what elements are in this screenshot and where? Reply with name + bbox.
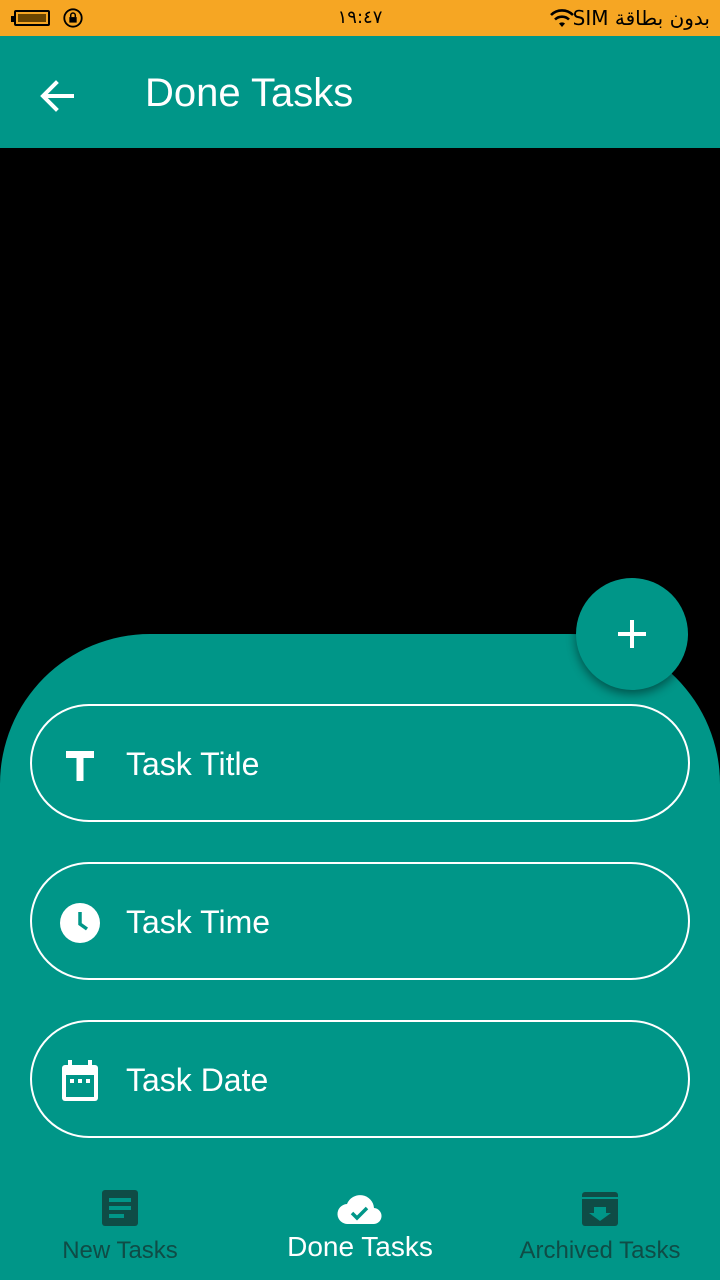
nav-new-tasks[interactable]: New Tasks bbox=[0, 1168, 240, 1280]
status-bar: ١٩:٤٧ بدون بطاقة SIM bbox=[0, 0, 720, 36]
archive-icon bbox=[582, 1192, 618, 1226]
field-label: Task Date bbox=[126, 1062, 269, 1098]
field-label: Task Title bbox=[126, 746, 260, 782]
nav-done-tasks[interactable]: Done Tasks bbox=[240, 1168, 480, 1280]
nav-archived-tasks[interactable]: Archived Tasks bbox=[480, 1168, 720, 1280]
task-date-field[interactable]: Task Date bbox=[30, 1020, 690, 1138]
cloud-done-icon bbox=[337, 1195, 382, 1225]
page-title: Done Tasks bbox=[145, 71, 354, 115]
nav-label: New Tasks bbox=[62, 1237, 178, 1264]
add-icon bbox=[618, 620, 646, 648]
arrow-back-icon bbox=[40, 80, 74, 112]
field-label: Task Time bbox=[126, 904, 271, 940]
list-icon bbox=[102, 1190, 138, 1226]
task-title-field[interactable]: Task Title bbox=[30, 704, 690, 822]
task-time-field[interactable]: Task Time bbox=[30, 862, 690, 980]
title-icon bbox=[66, 751, 94, 781]
bottom-navigation: New Tasks Done Tasks Archived Tasks bbox=[0, 1168, 720, 1280]
add-task-button[interactable] bbox=[576, 578, 688, 690]
back-button[interactable] bbox=[28, 68, 84, 124]
carrier-label: بدون بطاقة SIM bbox=[572, 6, 710, 30]
calendar-icon bbox=[62, 1060, 98, 1101]
nav-label: Done Tasks bbox=[287, 1231, 433, 1262]
clock-icon bbox=[60, 903, 100, 943]
app-bar: Done Tasks bbox=[0, 36, 720, 148]
nav-label: Archived Tasks bbox=[519, 1237, 681, 1264]
bottom-sheet: Task Title Task Time Task Date bbox=[0, 634, 720, 1180]
